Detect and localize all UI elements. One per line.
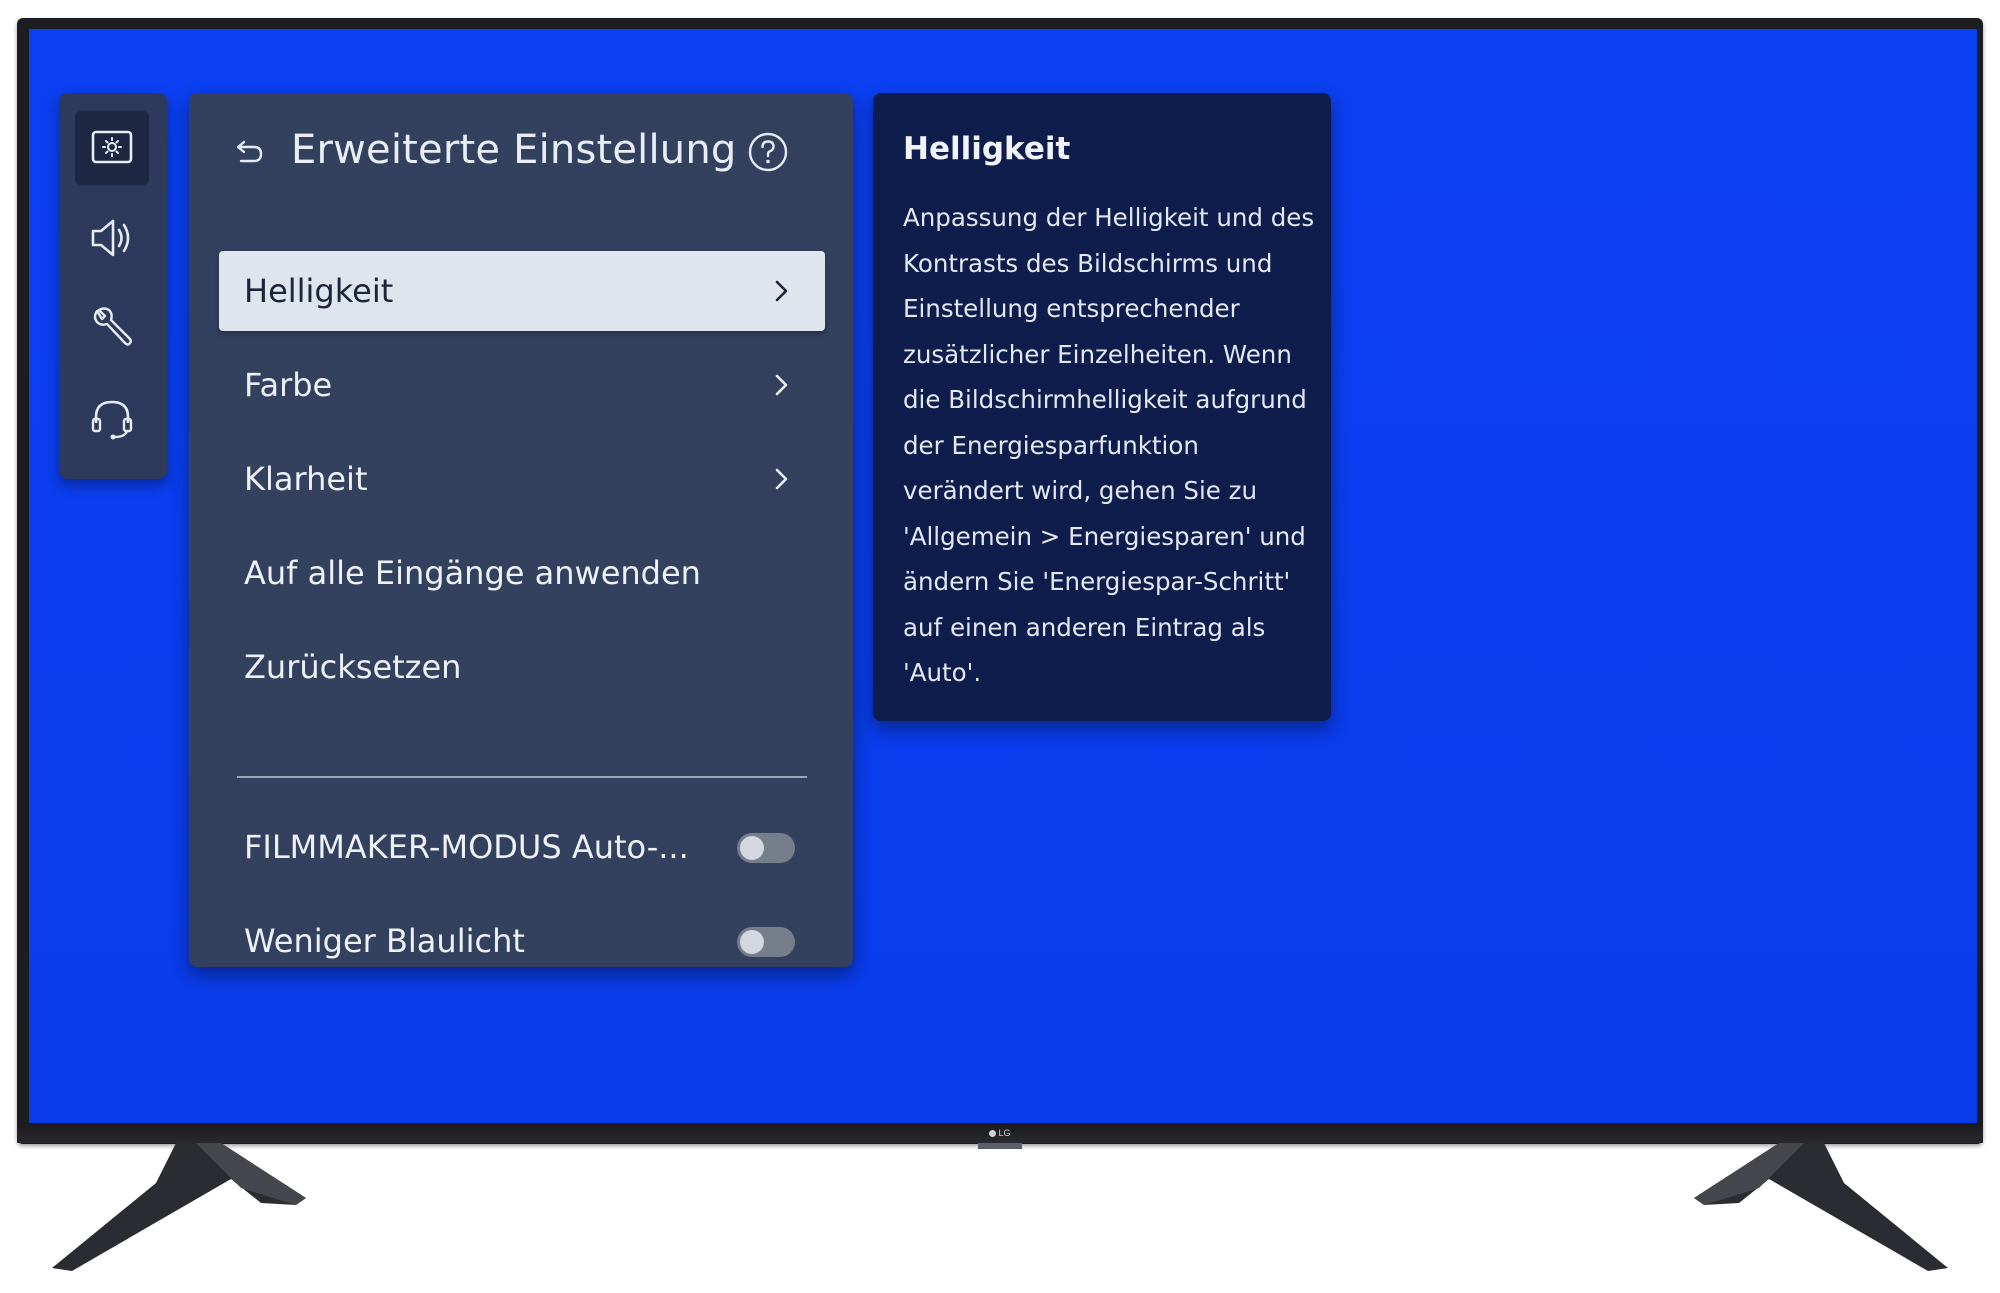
chevron-right-icon bbox=[775, 468, 788, 490]
rail-item-picture[interactable] bbox=[75, 111, 149, 185]
info-line: ändern Sie 'Energiespar-Schritt' bbox=[903, 567, 1291, 596]
info-line: Anpassung der Helligkeit und des bbox=[903, 203, 1315, 232]
panel-header: Erweiterte Einstellung bbox=[189, 93, 853, 213]
toggle-row-less-blue-light[interactable]: Weniger Blaulicht bbox=[219, 901, 825, 981]
menu-item-label: Klarheit bbox=[244, 460, 368, 498]
toggle-row-filmmaker-mode[interactable]: FILMMAKER-MODUS Auto-... bbox=[219, 807, 825, 887]
picture-icon bbox=[91, 130, 133, 164]
menu-item-reset[interactable]: Zurücksetzen bbox=[219, 627, 825, 707]
menu-item-label: Farbe bbox=[244, 366, 333, 404]
filmmaker-mode-toggle[interactable] bbox=[737, 833, 795, 863]
advanced-settings-panel: Erweiterte Einstellung Helligkeit Farbe … bbox=[189, 93, 853, 967]
info-line: 'Allgemein > Energiesparen' und bbox=[903, 521, 1306, 551]
info-line: zusätzlicher Einzelheiten. Wenn bbox=[903, 339, 1292, 369]
lg-logo: LG bbox=[986, 1128, 1014, 1139]
chevron-right-icon bbox=[775, 280, 788, 302]
toggle-knob bbox=[740, 836, 764, 860]
chevron-right-icon bbox=[775, 374, 788, 396]
divider bbox=[237, 776, 807, 778]
info-title: Helligkeit bbox=[903, 131, 1071, 167]
menu-item-label: Helligkeit bbox=[244, 272, 394, 310]
info-line: Einstellung entsprechender bbox=[903, 294, 1240, 323]
wrench-icon bbox=[93, 307, 132, 346]
menu-item-label: Zurücksetzen bbox=[244, 648, 462, 686]
menu-item-farbe[interactable]: Farbe bbox=[219, 345, 825, 425]
info-line: der Energiesparfunktion bbox=[903, 430, 1199, 460]
tv-stand-right bbox=[1694, 1143, 1948, 1271]
less-blue-light-toggle[interactable] bbox=[737, 927, 795, 957]
headset-icon bbox=[91, 400, 133, 440]
toggle-label: FILMMAKER-MODUS Auto-... bbox=[244, 828, 689, 866]
toggle-knob bbox=[740, 930, 764, 954]
page-title: Erweiterte Einstellung bbox=[291, 127, 737, 173]
tv-screen: Erweiterte Einstellung Helligkeit Farbe … bbox=[29, 29, 1977, 1123]
info-line: Kontrasts des Bildschirms und bbox=[903, 248, 1273, 278]
back-icon[interactable] bbox=[227, 133, 267, 173]
settings-category-rail bbox=[59, 93, 167, 479]
info-line: verändert wird, gehen Sie zu bbox=[903, 476, 1258, 505]
rail-item-support[interactable] bbox=[75, 381, 149, 455]
rail-item-general[interactable] bbox=[75, 291, 149, 365]
toggle-label: Weniger Blaulicht bbox=[244, 922, 525, 960]
info-line: auf einen anderen Eintrag als bbox=[903, 612, 1266, 642]
tv-stand-left bbox=[52, 1143, 306, 1271]
speaker-icon bbox=[91, 219, 130, 257]
menu-item-klarheit[interactable]: Klarheit bbox=[219, 439, 825, 519]
menu-item-label: Auf alle Eingänge anwenden bbox=[244, 554, 701, 592]
rail-item-sound[interactable] bbox=[75, 201, 149, 275]
info-description: Anpassung der Helligkeit und des Kontras… bbox=[903, 195, 1315, 696]
help-info-panel: Helligkeit Anpassung der Helligkeit und … bbox=[873, 93, 1331, 721]
ir-sensor bbox=[978, 1143, 1022, 1149]
info-line: die Bildschirmhelligkeit aufgrund bbox=[903, 385, 1307, 414]
info-line: 'Auto'. bbox=[903, 658, 982, 687]
menu-item-apply-all-inputs[interactable]: Auf alle Eingänge anwenden bbox=[219, 533, 825, 613]
menu-item-helligkeit[interactable]: Helligkeit bbox=[219, 251, 825, 331]
help-icon[interactable] bbox=[747, 131, 789, 173]
